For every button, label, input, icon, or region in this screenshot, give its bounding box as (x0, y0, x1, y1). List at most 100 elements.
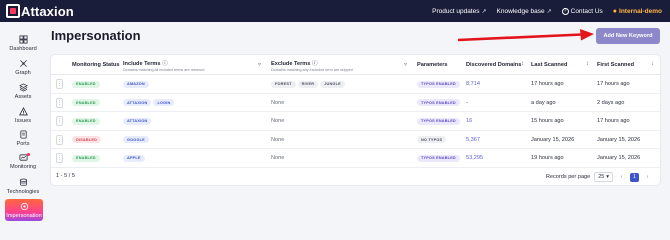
discovered-count-link[interactable]: 8,714 (466, 75, 480, 94)
chevron-down-icon: ▾ (606, 174, 609, 180)
include-term-badge: APPLE (123, 154, 145, 162)
page-title: Impersonation (51, 28, 141, 43)
graph-icon (19, 60, 27, 67)
first-scanned: 17 hours ago (597, 81, 630, 88)
table-row[interactable]: ⋮ ENABLED APPLE None TYPOS ENABLED 53,29… (51, 149, 660, 168)
last-scanned: 19 hours ago (531, 155, 564, 162)
filter-icon[interactable]: ▿ (258, 61, 261, 68)
row-menu-icon[interactable]: ⋮ (56, 116, 63, 127)
params-badge: TYPOS ENABLED (417, 117, 460, 125)
sort-icon[interactable]: ↕ (521, 61, 524, 67)
sidebar-item-impersonation[interactable]: Impersonation (5, 199, 43, 221)
contact-us-label: Contact Us (570, 7, 603, 15)
info-icon[interactable]: ⓘ (162, 61, 168, 67)
help-circle-icon: ? (561, 7, 569, 15)
row-menu-icon[interactable]: ⋮ (56, 134, 63, 145)
first-scanned: January 15, 2026 (597, 136, 641, 143)
col-first-label: First Scanned (597, 62, 634, 68)
discovered-count-link[interactable]: 16 (466, 112, 472, 131)
user-icon: ● (612, 7, 618, 15)
exclude-none: None (271, 118, 285, 125)
sidebar-item-issues[interactable]: Issues (0, 107, 46, 124)
sidebar-item-ports[interactable]: Ports (0, 130, 46, 147)
col-last-scanned[interactable]: Last Scanned (531, 55, 586, 75)
sidebar-label-issues: Issues (14, 118, 32, 124)
exclude-term-badge: RIVER (297, 80, 319, 88)
last-scanned: 17 hours ago (531, 81, 564, 88)
prev-page-icon[interactable]: ‹ (617, 173, 626, 182)
status-badge: ENABLED (72, 117, 100, 125)
user-menu[interactable]: ● Internal-demo (613, 8, 662, 15)
records-per-page-label: Records per page (545, 174, 591, 180)
discovered-count-link[interactable]: 5,367 (466, 131, 480, 150)
col-discovered-label: Discovered Domains (466, 62, 522, 68)
row-menu-icon[interactable]: ⋮ (56, 79, 63, 90)
row-menu-icon[interactable]: ⋮ (56, 97, 63, 108)
sidebar-label-assets: Assets (14, 94, 32, 100)
sort-icon[interactable]: ↕ (586, 61, 589, 67)
exclude-term-badge: JUNGLE (320, 80, 345, 88)
table-row[interactable]: ⋮ ENABLED AMAZON FOREST RIVER JUNGLE TYP… (51, 75, 660, 94)
brand-logo[interactable]: Attaxion (6, 3, 74, 19)
table-footer: 1 - 5 / 5 Records per page 25 ▾ ‹ 1 › (51, 169, 660, 185)
filter-icon[interactable]: ▿ (404, 61, 407, 68)
impersonation-icon (20, 202, 28, 210)
sidebar-label-impersonation: Impersonation (6, 212, 42, 219)
row-menu-icon[interactable]: ⋮ (56, 153, 63, 164)
table-row[interactable]: ⋮ ENABLED ATTAXION None TYPOS ENABLED 16… (51, 112, 660, 131)
next-page-icon[interactable]: › (643, 173, 652, 182)
sidebar-item-assets[interactable]: Assets (0, 83, 46, 100)
params-badge: NO TYPOS (417, 136, 447, 144)
first-scanned: 17 hours ago (597, 118, 630, 125)
info-icon[interactable]: ⓘ (312, 61, 318, 67)
contact-us-link[interactable]: ? Contact Us (561, 7, 603, 15)
knowledge-base-link[interactable]: Knowledge base ↗ (497, 8, 552, 15)
table-row[interactable]: ⋮ DISABLED GOOGLE None NO TYPOS 5,367 Ja… (51, 131, 660, 150)
external-link-icon: ↗ (481, 8, 487, 15)
knowledge-base-label: Knowledge base (496, 7, 545, 15)
sidebar: Dashboard Graph Assets Issues Ports Moni… (0, 22, 46, 223)
col-discovered-domains[interactable]: Discovered Domains (466, 55, 526, 75)
sidebar-item-monitoring[interactable]: Monitoring (0, 153, 46, 170)
sidebar-label-dashboard: Dashboard (9, 46, 37, 52)
per-page-value: 25 (598, 174, 605, 180)
col-exclude-subtitle: Domains matching any excluded term are s… (271, 67, 353, 72)
discovered-count-link[interactable]: 53,295 (466, 149, 483, 168)
params-badge: TYPOS ENABLED (417, 80, 460, 88)
logo-mark-icon (6, 4, 20, 18)
top-bar: Attaxion Product updates ↗ Knowledge bas… (0, 0, 670, 22)
sidebar-item-dashboard[interactable]: Dashboard (0, 35, 46, 52)
records-per-page-select[interactable]: 25 ▾ (594, 172, 613, 182)
assets-icon (18, 83, 28, 92)
sidebar-label-technologies: Technologies (6, 189, 40, 195)
user-name: Internal-demo (619, 7, 662, 15)
status-badge: ENABLED (72, 99, 100, 107)
impersonation-table: Monitoring Status Include Terms ⓘ Domain… (51, 55, 660, 185)
table-header: Monitoring Status Include Terms ⓘ Domain… (51, 55, 660, 75)
pagination: Records per page 25 ▾ ‹ 1 › (546, 172, 652, 182)
dashboard-icon (18, 35, 28, 44)
col-first-scanned[interactable]: First Scanned (597, 55, 652, 75)
col-exclude-label: Exclude Terms (271, 60, 311, 67)
sidebar-item-technologies[interactable]: Technologies (0, 178, 46, 195)
sidebar-label-ports: Ports (16, 141, 30, 147)
current-page-button[interactable]: 1 (630, 172, 639, 182)
sidebar-item-graph[interactable]: Graph (0, 59, 46, 76)
monitoring-alert-dot (27, 153, 30, 156)
col-exclude-terms: Exclude Terms ⓘ Domains matching any exc… (271, 55, 411, 75)
product-updates-link[interactable]: Product updates ↗ (432, 8, 486, 15)
col-monitoring-status[interactable]: Monitoring Status (72, 55, 122, 75)
status-badge: ENABLED (72, 80, 100, 88)
include-term-badge: GOOGLE (123, 136, 149, 144)
product-updates-label: Product updates (432, 7, 480, 15)
col-parameters[interactable]: Parameters (417, 55, 465, 75)
first-scanned: 2 days ago (597, 99, 625, 106)
exclude-none: None (271, 155, 285, 162)
col-status-label: Monitoring Status (72, 62, 120, 68)
add-new-keyword-button[interactable]: Add New Keyword (596, 28, 660, 44)
table-row[interactable]: ⋮ ENABLED ATTAXION LOGIN None TYPOS ENAB… (51, 94, 660, 112)
status-badge: DISABLED (72, 136, 102, 144)
include-term-badge: AMAZON (123, 80, 149, 88)
sort-down-icon[interactable]: ↓ (651, 61, 654, 67)
params-badge: TYPOS ENABLED (417, 99, 460, 107)
